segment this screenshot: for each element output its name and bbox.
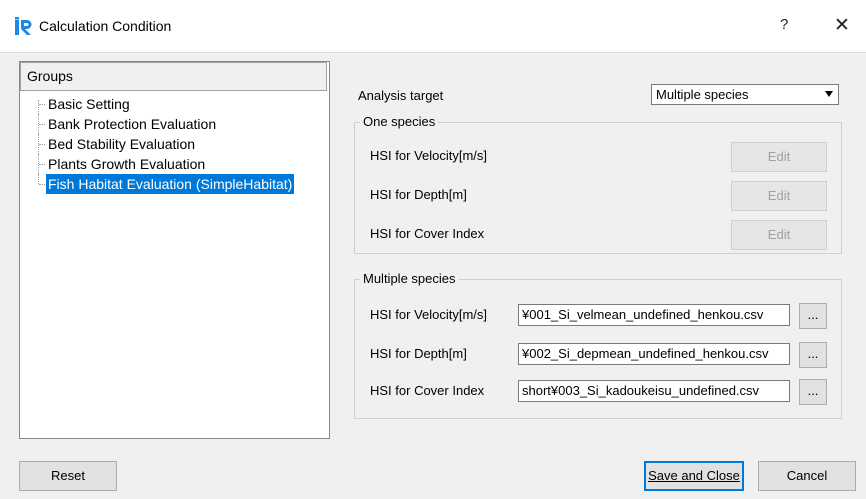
tree-item-basic-setting[interactable]: Basic Setting bbox=[20, 94, 329, 114]
edit-velocity-button[interactable]: Edit bbox=[731, 142, 827, 172]
one-cover-index-label: HSI for Cover Index bbox=[370, 226, 485, 241]
close-button[interactable]: ✕ bbox=[834, 14, 850, 37]
save-and-close-button[interactable]: Save and Close bbox=[644, 461, 744, 491]
chevron-down-icon bbox=[825, 91, 833, 97]
browse-velocity-button[interactable]: ... bbox=[799, 303, 827, 329]
tree-connector bbox=[39, 124, 45, 125]
velocity-file-field[interactable]: ¥001_Si_velmean_undefined_henkou.csv bbox=[518, 304, 790, 326]
analysis-target-select[interactable]: Multiple species bbox=[651, 84, 839, 105]
title-bar: Calculation Condition ? ✕ bbox=[0, 0, 866, 53]
multi-velocity-label: HSI for Velocity[m/s] bbox=[370, 307, 488, 322]
analysis-target-label: Analysis target bbox=[358, 88, 444, 103]
one-depth-label: HSI for Depth[m] bbox=[370, 187, 467, 202]
multi-cover-index-label: HSI for Cover Index bbox=[370, 383, 485, 398]
cancel-button[interactable]: Cancel bbox=[758, 461, 856, 491]
help-button[interactable]: ? bbox=[780, 16, 788, 33]
multiple-species-title: Multiple species bbox=[360, 271, 459, 286]
tree-item-plants-growth[interactable]: Plants Growth Evaluation bbox=[20, 154, 329, 174]
multi-depth-label: HSI for Depth[m] bbox=[370, 346, 467, 361]
save-and-close-label: Save and Close bbox=[648, 468, 740, 483]
tree-item-label: Plants Growth Evaluation bbox=[48, 156, 206, 172]
groups-tree[interactable]: Basic Setting Bank Protection Evaluation… bbox=[20, 94, 329, 194]
window-title: Calculation Condition bbox=[39, 18, 172, 34]
tree-connector bbox=[39, 144, 45, 145]
tree-connector bbox=[39, 184, 45, 185]
tree-connector bbox=[39, 104, 45, 105]
tree-item-label: Bank Protection Evaluation bbox=[48, 116, 217, 132]
edit-cover-index-button[interactable]: Edit bbox=[731, 220, 827, 250]
groups-header: Groups bbox=[20, 62, 327, 91]
one-species-title: One species bbox=[360, 114, 439, 129]
reset-button[interactable]: Reset bbox=[19, 461, 117, 491]
tree-item-label: Bed Stability Evaluation bbox=[48, 136, 196, 152]
one-velocity-label: HSI for Velocity[m/s] bbox=[370, 148, 488, 163]
tree-item-label: Fish Habitat Evaluation (SimpleHabitat) bbox=[46, 174, 295, 194]
tree-item-label: Basic Setting bbox=[48, 96, 130, 112]
browse-depth-button[interactable]: ... bbox=[799, 342, 827, 368]
browse-cover-index-button[interactable]: ... bbox=[799, 379, 827, 405]
depth-file-field[interactable]: ¥002_Si_depmean_undefined_henkou.csv bbox=[518, 343, 790, 365]
tree-connector bbox=[38, 100, 39, 114]
iric-app-icon bbox=[15, 17, 32, 35]
edit-depth-button[interactable]: Edit bbox=[731, 181, 827, 211]
groups-panel: Groups Basic Setting Bank Protection Eva… bbox=[19, 61, 330, 439]
tree-connector bbox=[38, 174, 39, 184]
tree-item-bank-protection[interactable]: Bank Protection Evaluation bbox=[20, 114, 329, 134]
tree-connector bbox=[39, 164, 45, 165]
cover-index-file-field[interactable]: short¥003_Si_kadoukeisu_undefined.csv bbox=[518, 380, 790, 402]
tree-item-bed-stability[interactable]: Bed Stability Evaluation bbox=[20, 134, 329, 154]
analysis-target-value: Multiple species bbox=[656, 87, 749, 102]
tree-item-fish-habitat[interactable]: Fish Habitat Evaluation (SimpleHabitat) bbox=[20, 174, 329, 194]
